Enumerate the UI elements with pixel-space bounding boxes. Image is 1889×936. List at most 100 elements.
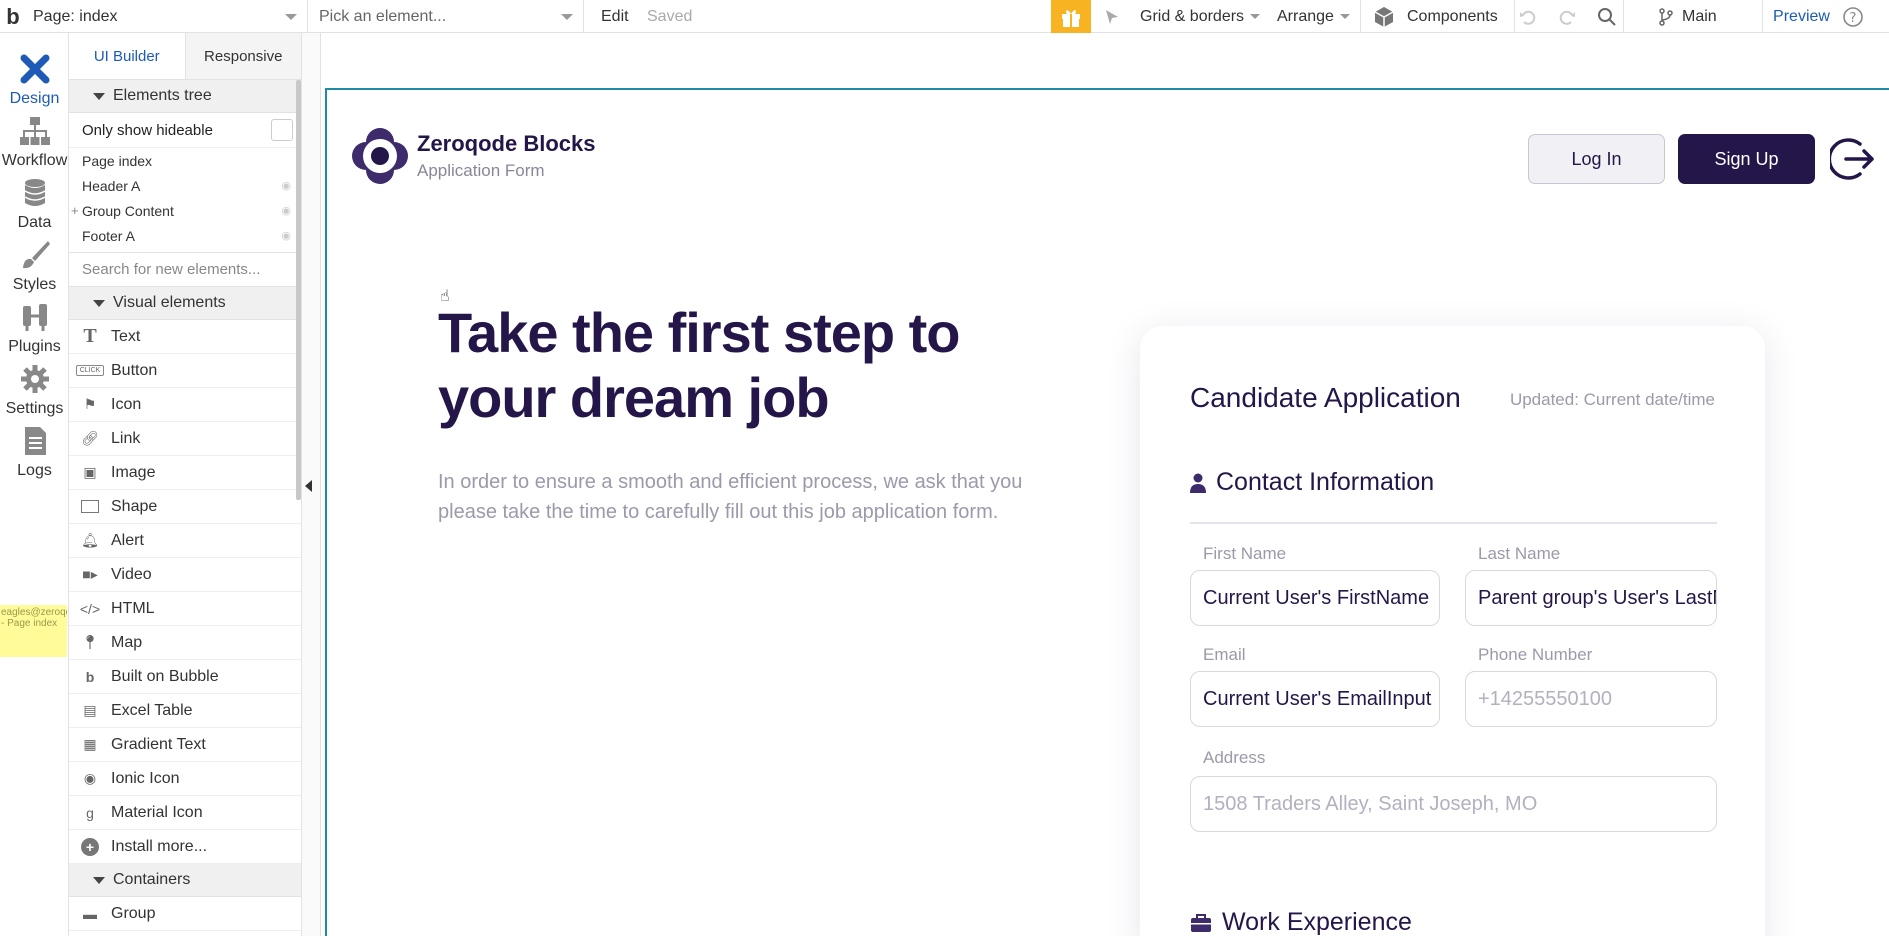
collapse-panel-icon[interactable] [305, 480, 312, 492]
phone-label: Phone Number [1478, 645, 1593, 664]
address-field[interactable]: 1508 Traders Alley, Saint Joseph, MO [1190, 776, 1717, 832]
panel-scrollbar[interactable] [296, 80, 301, 500]
last-name-field[interactable]: Parent group's User's LastName [1465, 570, 1717, 626]
elements-tree-header[interactable]: Elements tree [69, 80, 301, 113]
pointer-button[interactable] [1100, 0, 1124, 33]
components-button[interactable]: Components [1360, 0, 1498, 33]
link-icon: 🔗︎ [81, 430, 99, 446]
shape-icon [69, 500, 111, 513]
tree-item-footer-a[interactable]: Footer A ◉ [69, 223, 301, 248]
grid-borders-menu[interactable]: Grid & borders [1140, 0, 1261, 33]
preview-button[interactable]: Preview [1762, 0, 1840, 33]
element-text[interactable]: T Text [69, 320, 301, 354]
visual-elements-header[interactable]: Visual elements [69, 287, 301, 320]
gift-button[interactable] [1051, 0, 1091, 33]
chevron-down-icon [1339, 14, 1350, 19]
edit-menu[interactable]: Edit [601, 0, 629, 33]
chevron-down-icon [1250, 14, 1261, 19]
bubble-logo[interactable]: b [0, 0, 26, 33]
only-show-hideable-checkbox[interactable] [271, 119, 293, 141]
redo-icon [1559, 10, 1575, 25]
element-alert[interactable]: 🔔︎ Alert [69, 524, 301, 558]
document-icon [24, 427, 46, 455]
tree-item-group-content[interactable]: + Group Content ◉ [69, 198, 301, 223]
tab-ui-builder[interactable]: UI Builder [69, 33, 186, 79]
video-icon: ■▸ [82, 566, 98, 582]
branch-selector[interactable]: Main [1623, 0, 1759, 33]
undo-button[interactable] [1514, 0, 1540, 33]
brush-icon [22, 241, 50, 269]
eye-icon[interactable]: ◉ [281, 179, 291, 192]
address-label: Address [1203, 748, 1266, 767]
eye-icon[interactable]: ◉ [281, 229, 291, 242]
element-ionic-icon[interactable]: ◉ Ionic Icon [69, 762, 301, 796]
login-button[interactable]: Log In [1528, 134, 1665, 184]
contact-info-heading: Contact Information [1190, 468, 1434, 497]
arrange-menu[interactable]: Arrange [1277, 0, 1350, 33]
folder-icon: ▬ [83, 905, 97, 922]
element-picker[interactable]: Pick an element... [309, 0, 584, 33]
element-link[interactable]: 🔗︎ Link [69, 422, 301, 456]
element-map[interactable]: 📍︎ Map [69, 626, 301, 660]
gear-icon [20, 365, 49, 393]
brand[interactable]: Zeroqode Blocks Application Form [352, 128, 595, 184]
brand-logo-icon [352, 128, 408, 184]
eye-icon[interactable]: ◉ [281, 204, 291, 217]
element-material-icon[interactable]: g Material Icon [69, 796, 301, 830]
help-button[interactable]: ? [1840, 0, 1866, 33]
brand-title: Zeroqode Blocks [417, 131, 596, 156]
work-experience-label: Work Experience [1222, 908, 1412, 936]
briefcase-icon [1191, 913, 1211, 932]
workflow-icon [19, 117, 50, 145]
element-group[interactable]: ▬ Group [69, 897, 301, 931]
element-html[interactable]: </> HTML [69, 592, 301, 626]
element-built-on-bubble[interactable]: b Built on Bubble [69, 660, 301, 694]
material-icon: g [86, 804, 94, 821]
expand-icon[interactable]: + [71, 203, 79, 218]
search-button[interactable] [1594, 0, 1620, 33]
tree-item-page-index[interactable]: Page index [69, 148, 301, 173]
page-canvas[interactable]: Zeroqode Blocks Application Form Log In … [325, 88, 1889, 936]
element-install-more[interactable]: + Install more... [69, 830, 301, 864]
element-excel-table[interactable]: ▤ Excel Table [69, 694, 301, 728]
element-video[interactable]: ■▸ Video [69, 558, 301, 592]
branch-icon [1659, 7, 1673, 26]
left-nav-rail: Design Workflow Data Styles Plugins Sett… [0, 33, 69, 936]
containers-header[interactable]: Containers [69, 864, 301, 897]
element-label: Material Icon [111, 803, 203, 821]
work-experience-heading: Work Experience [1190, 908, 1412, 936]
section-divider [1190, 522, 1717, 524]
only-show-hideable-row: Only show hideable [69, 113, 301, 148]
tab-responsive[interactable]: Responsive [185, 33, 301, 79]
rail-item-logs[interactable]: Logs [0, 414, 69, 489]
saved-status: Saved [647, 7, 693, 25]
element-image[interactable]: ▣ Image [69, 456, 301, 490]
tree-label: Group Content [82, 202, 174, 219]
design-icon [20, 54, 49, 84]
help-icon: ? [1843, 6, 1863, 27]
top-toolbar: b Page: index Pick an element... Edit Sa… [0, 0, 1889, 33]
signup-button[interactable]: Sign Up [1678, 134, 1815, 184]
element-icon[interactable]: ⚑ Icon [69, 388, 301, 422]
redo-button[interactable] [1554, 0, 1580, 33]
card-title: Candidate Application [1190, 382, 1461, 413]
ui-builder-panel: UI Builder Responsive Elements tree Only… [69, 33, 302, 936]
element-shape[interactable]: Shape [69, 490, 301, 524]
code-icon: </> [79, 600, 101, 617]
element-label: Group [111, 904, 156, 922]
first-name-field[interactable]: Current User's FirstName [1190, 570, 1440, 626]
tree-label: Footer A [82, 227, 135, 244]
cube-icon [1374, 6, 1394, 27]
element-gradient-text[interactable]: ▦ Gradient Text [69, 728, 301, 762]
element-button[interactable]: CLICK Button [69, 354, 301, 388]
element-label: Shape [111, 497, 158, 515]
tree-item-header-a[interactable]: Header A ◉ [69, 173, 301, 198]
hero-description: In order to ensure a smooth and efficien… [438, 471, 1023, 523]
logout-icon[interactable] [1830, 136, 1876, 182]
phone-field[interactable]: +14255550100 [1465, 671, 1717, 727]
page-selector[interactable]: Page: index [26, 0, 308, 33]
element-label: Gradient Text [111, 735, 206, 753]
email-field[interactable]: Current User's EmailInput [1190, 671, 1440, 727]
search-elements-input[interactable]: Search for new elements... [69, 252, 301, 287]
page-selector-label: Page: index [33, 7, 118, 25]
